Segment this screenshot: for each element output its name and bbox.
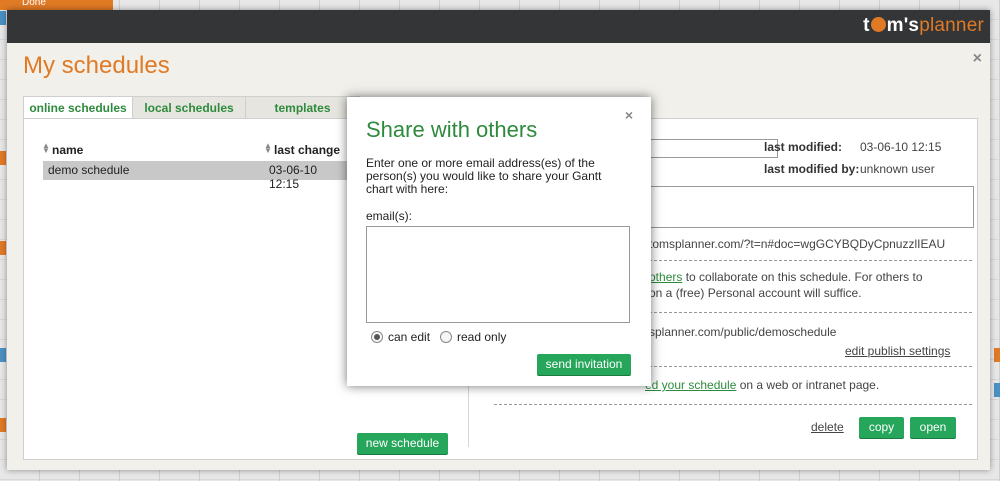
last-modified-by-value: unknown user (860, 162, 935, 176)
sort-icon: ▲ ▼ (42, 141, 50, 155)
tab-online-schedules[interactable]: online schedules (23, 96, 133, 119)
last-modified-value: 03-06-10 12:15 (860, 140, 942, 154)
background-marker (994, 383, 1000, 397)
background-marker (0, 241, 6, 255)
share-text-line-2: on a (free) Personal account will suffic… (649, 286, 862, 300)
share-with-others-dialog: × Share with others Enter one or more em… (347, 97, 651, 386)
window-close-icon[interactable]: × (973, 50, 982, 68)
share-url: tomsplanner.com/?t=n#doc=wgGCYBQDyCpnuzz… (649, 237, 946, 251)
description-field[interactable] (612, 186, 974, 228)
logo-part: t (863, 15, 870, 36)
radio-label: read only (457, 330, 507, 344)
last-modified-label: last modified: (764, 140, 843, 154)
send-invitation-button[interactable]: send invitation (537, 354, 631, 375)
new-schedule-button[interactable]: new schedule (357, 433, 448, 454)
public-url: splanner.com/public/demoschedule (649, 325, 837, 339)
title-bar: t m'splanner (7, 10, 990, 43)
share-text-line-1: e others to collaborate on this schedule… (639, 270, 923, 284)
background-marker (0, 418, 6, 432)
radio-can-edit[interactable]: can edit (371, 330, 430, 344)
column-header-name[interactable]: ▲ ▼ name (42, 141, 84, 158)
background-task-bar: Done (0, 0, 113, 10)
embed-schedule-link[interactable]: ed your schedule (645, 378, 736, 392)
open-button[interactable]: open (910, 417, 956, 438)
tab-templates[interactable]: templates (245, 96, 360, 119)
background-marker (0, 348, 6, 362)
column-header-last-change[interactable]: ▲ ▼ last change (264, 141, 341, 158)
background-marker (994, 348, 1000, 362)
schedule-last-change: 03-06-10 12:15 (269, 163, 318, 191)
logo-part: planner (919, 15, 984, 36)
embed-text: ed your schedule on a web or intranet pa… (645, 378, 879, 392)
window-title: My schedules (23, 52, 170, 79)
background-marker (0, 11, 6, 25)
embed-text-rest: on a web or intranet page. (736, 378, 880, 392)
logo-part: m's (886, 15, 920, 36)
radio-label: can edit (388, 330, 431, 344)
schedule-name: demo schedule (48, 163, 130, 177)
edit-publish-settings-link[interactable]: edit publish settings (845, 344, 950, 358)
sort-icon: ▲ ▼ (264, 141, 272, 155)
dialog-title: Share with others (366, 117, 538, 142)
email-label: email(s): (366, 209, 413, 223)
background-task-label: Done (22, 0, 46, 8)
radio-unselected-icon (440, 331, 452, 343)
tab-local-schedules[interactable]: local schedules (132, 96, 246, 119)
dialog-close-icon[interactable]: × (625, 107, 633, 123)
section-divider (494, 404, 972, 405)
radio-read-only[interactable]: read only (440, 330, 506, 344)
copy-button[interactable]: copy (859, 417, 904, 438)
column-header-label: name (52, 143, 84, 157)
logo-circle-icon (870, 17, 886, 32)
tomsplanner-logo: t m'splanner (863, 15, 984, 37)
dialog-instructions: Enter one or more email address(es) of t… (366, 156, 602, 196)
column-header-label: last change (274, 143, 341, 157)
share-text: to collaborate on this schedule. For oth… (682, 270, 923, 284)
last-modified-by-label: last modified by: (764, 162, 860, 176)
background-marker (0, 151, 6, 165)
email-textarea[interactable] (366, 226, 630, 323)
schedule-row[interactable]: demo schedule 03-06-10 12:15 (43, 161, 349, 191)
delete-link[interactable]: delete (811, 420, 844, 434)
radio-selected-icon (371, 331, 383, 343)
